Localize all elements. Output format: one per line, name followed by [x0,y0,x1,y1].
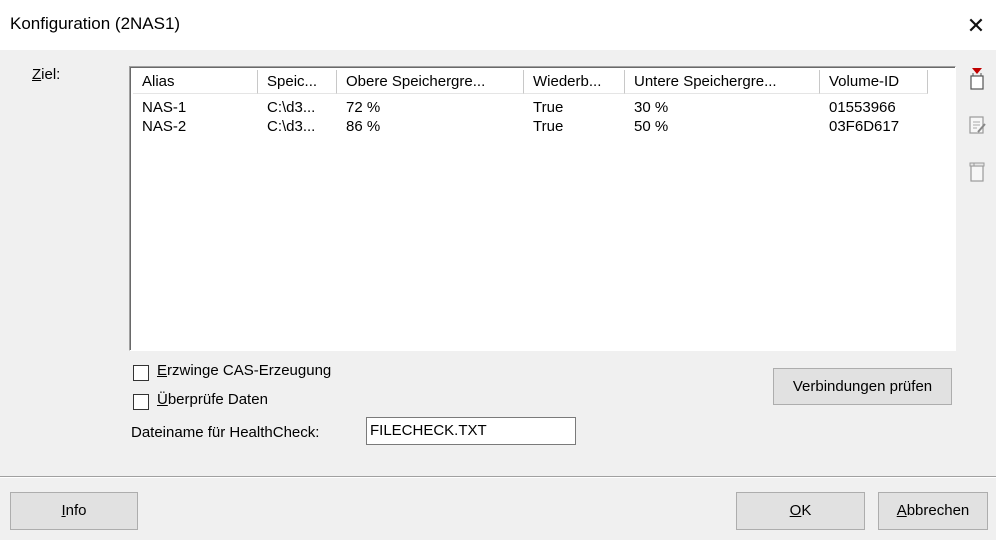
force-cas-label-rest: rzwinge CAS-Erzeugung [167,362,332,379]
cell-alias: NAS-2 [142,118,187,135]
cell-volume-id: 01553966 [829,99,896,116]
window-title: Konfiguration (2NAS1) [10,14,181,33]
force-cas-checkbox[interactable] [133,365,149,381]
verify-data-label-rest: berprüfe Daten [167,391,268,408]
verify-data-checkbox[interactable] [133,394,149,410]
cell-alias: NAS-1 [142,99,187,116]
edit-entry-icon[interactable] [966,113,988,137]
cell-upper-limit: 72 % [346,99,381,116]
delete-entry-icon[interactable] [966,159,988,183]
target-label: Ziel: [32,66,60,83]
cell-storage-path: C:\d3... [267,99,316,116]
target-list[interactable]: Alias Speic... Obere Speichergre... Wied… [129,66,956,351]
cancel-label-rest: bbrechen [906,502,970,519]
target-label-rest: iel: [41,66,61,83]
info-button[interactable]: Info [10,492,138,530]
healthcheck-label: Dateiname für HealthCheck: [131,424,320,441]
cell-storage-path: C:\d3... [267,118,316,135]
cancel-button[interactable]: Abbrechen [878,492,988,530]
cancel-hotkey: A [896,502,907,519]
new-entry-icon[interactable] [966,66,988,90]
cell-recovery: True [533,99,564,116]
verify-data-label[interactable]: Überprüfe Daten [157,391,268,408]
cell-lower-limit: 30 % [634,99,669,116]
healthcheck-filename-field[interactable]: FILECHECK.TXT [366,417,576,445]
cell-lower-limit: 50 % [634,118,669,135]
column-header-volume-id[interactable]: Volume-ID [820,70,928,94]
list-header: Alias Speic... Obere Speichergre... Wied… [133,70,953,94]
title-bar: Konfiguration (2NAS1) ✕ [0,0,996,50]
ok-label-rest: K [801,502,812,519]
ok-hotkey: O [789,502,802,519]
cell-recovery: True [533,118,564,135]
close-icon[interactable]: ✕ [956,6,996,46]
column-header-alias[interactable]: Alias [133,70,258,94]
target-label-hotkey: Z [32,66,42,83]
table-row[interactable]: NAS-2 C:\d3... 86 % True 50 % 03F6D617 [133,118,953,136]
table-row[interactable]: NAS-1 C:\d3... 72 % True 30 % 01553966 [133,99,953,117]
verify-data-hotkey: Ü [157,391,168,408]
check-connections-button[interactable]: Verbindungen prüfen [773,368,952,405]
force-cas-label[interactable]: Erzwinge CAS-Erzeugung [157,362,331,379]
column-header-recovery[interactable]: Wiederb... [524,70,625,94]
info-label-rest: nfo [65,502,87,519]
cell-upper-limit: 86 % [346,118,381,135]
column-header-upper-limit[interactable]: Obere Speichergre... [337,70,524,94]
force-cas-hotkey: E [157,362,168,379]
column-header-lower-limit[interactable]: Untere Speichergre... [625,70,820,94]
ok-button[interactable]: OK [736,492,865,530]
cell-volume-id: 03F6D617 [829,118,900,135]
column-header-storage-path[interactable]: Speic... [258,70,337,94]
separator-highlight [0,477,996,478]
